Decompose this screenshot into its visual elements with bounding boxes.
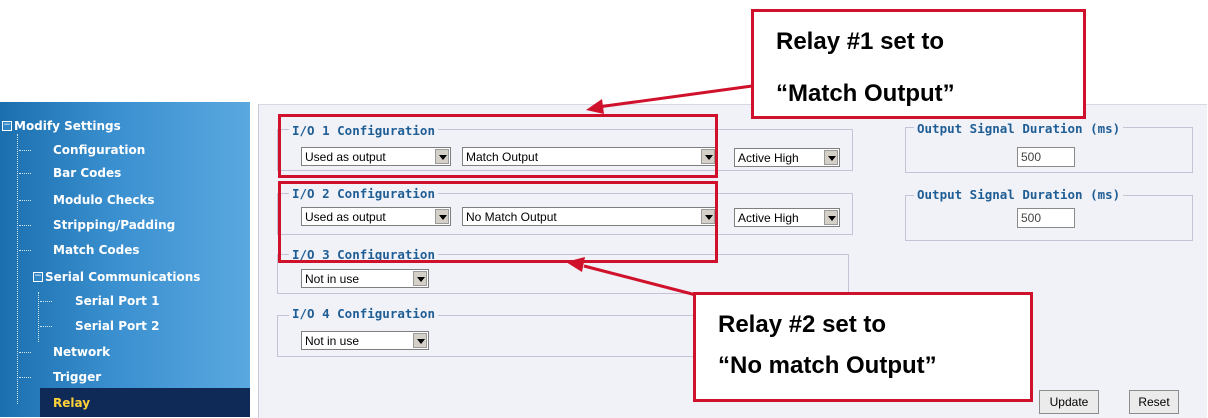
relay1-callout: Relay #1 set to “Match Output” (751, 9, 1086, 119)
arrowhead-icon (566, 257, 585, 272)
relay1-callout-line2: “Match Output” (776, 80, 955, 107)
relay2-arrow (583, 264, 697, 297)
relay2-callout-line1: Relay #2 set to (718, 311, 887, 338)
arrowhead-icon (586, 99, 604, 114)
relay2-callout-line2: “No match Output” (718, 352, 937, 379)
relay1-callout-line1: Relay #1 set to (776, 28, 945, 55)
relay1-arrow (597, 84, 753, 109)
relay2-callout: Relay #2 set to “No match Output” (693, 292, 1033, 402)
